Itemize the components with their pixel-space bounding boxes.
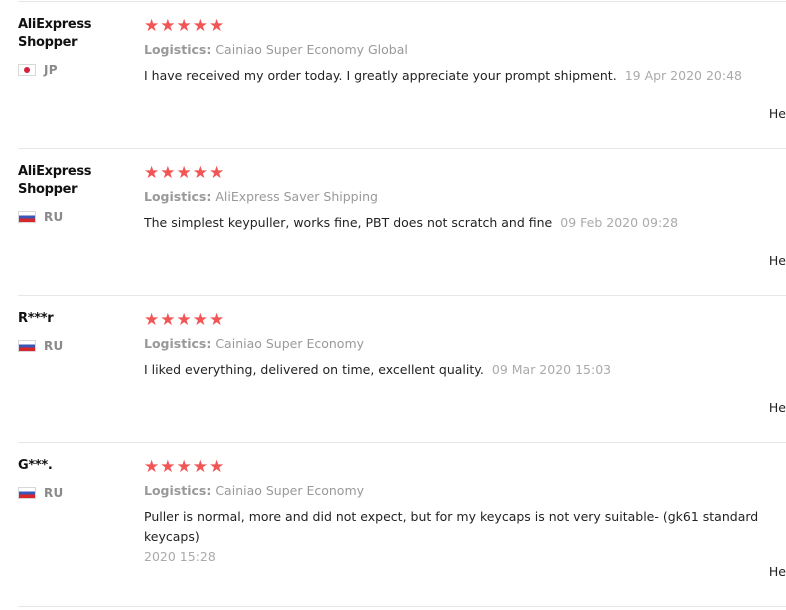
logistics-value: AliExpress Saver Shipping (215, 189, 378, 204)
logistics-value: Cainiao Super Economy Global (215, 42, 408, 57)
logistics-info: Logistics: Cainiao Super Economy (144, 483, 364, 499)
feedback-text: I have received my order today. I greatl… (144, 66, 786, 86)
logistics-info: Logistics: Cainiao Super Economy Global (144, 42, 408, 58)
star-rating: ★★★★★ (144, 457, 226, 477)
feedback-date: 2020 15:28 (144, 549, 216, 564)
feedback-date: 19 Apr 2020 20:48 (624, 68, 742, 83)
feedback-text: Puller is normal, more and did not expec… (144, 507, 786, 567)
reviewer-name: AliExpress Shopper (18, 17, 92, 50)
feedback-content: I liked everything, delivered on time, e… (144, 362, 484, 377)
feedback-content: The simplest keypuller, works fine, PBT … (144, 215, 553, 230)
logistics-label: Logistics: (144, 189, 212, 204)
logistics-info: Logistics: Cainiao Super Economy (144, 336, 364, 352)
japan-flag-icon (18, 64, 36, 76)
helpful-button[interactable]: He (769, 564, 786, 579)
star-rating: ★★★★★ (144, 16, 226, 36)
feedback-date: 09 Mar 2020 15:03 (491, 362, 612, 377)
review-item: G***. RU ★★★★★ Logistics: Cainiao Super … (0, 443, 786, 605)
feedback-text: I liked everything, delivered on time, e… (144, 360, 786, 380)
feedback-date: 09 Feb 2020 09:28 (560, 215, 679, 230)
divider (18, 606, 786, 607)
logistics-value: Cainiao Super Economy (215, 483, 365, 498)
country-code: JP (44, 63, 58, 77)
helpful-button[interactable]: He (769, 106, 786, 121)
russia-flag-icon (18, 487, 36, 499)
star-rating: ★★★★★ (144, 310, 226, 330)
review-item: R***r RU ★★★★★ Logistics: Cainiao Super … (0, 296, 786, 441)
logistics-info: Logistics: AliExpress Saver Shipping (144, 189, 378, 205)
logistics-label: Logistics: (144, 483, 212, 498)
country-code: RU (44, 486, 64, 500)
review-item: AliExpress Shopper RU ★★★★★ Logistics: A… (0, 149, 786, 294)
reviewer-country: RU (18, 210, 64, 224)
reviewer-name: AliExpress Shopper (18, 164, 92, 197)
feedback-text: The simplest keypuller, works fine, PBT … (144, 213, 786, 233)
logistics-label: Logistics: (144, 42, 212, 57)
helpful-button[interactable]: He (769, 400, 786, 415)
russia-flag-icon (18, 340, 36, 352)
feedback-content: I have received my order today. I greatl… (144, 68, 617, 83)
helpful-button[interactable]: He (769, 253, 786, 268)
country-code: RU (44, 210, 64, 224)
reviewer-country: RU (18, 339, 64, 353)
reviewer-country: JP (18, 63, 58, 77)
reviewer-country: RU (18, 486, 64, 500)
logistics-value: Cainiao Super Economy (215, 336, 365, 351)
reviewer-name: G***. (18, 458, 53, 473)
feedback-content: Puller is normal, more and did not expec… (144, 509, 759, 544)
country-code: RU (44, 339, 64, 353)
logistics-label: Logistics: (144, 336, 212, 351)
review-item: AliExpress Shopper JP ★★★★★ Logistics: C… (0, 2, 786, 147)
russia-flag-icon (18, 211, 36, 223)
reviewer-name: R***r (18, 311, 54, 326)
star-rating: ★★★★★ (144, 163, 226, 183)
